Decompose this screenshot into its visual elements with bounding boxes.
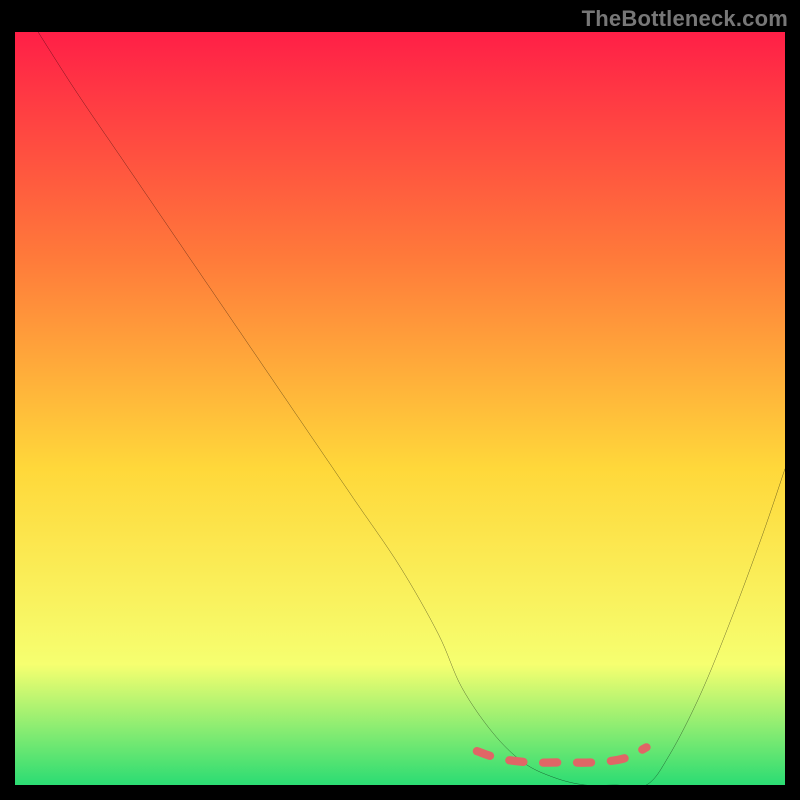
gradient-background	[15, 32, 785, 785]
chart-container: TheBottleneck.com	[0, 0, 800, 800]
plot-area	[15, 32, 785, 785]
attribution-label: TheBottleneck.com	[582, 6, 788, 32]
chart-svg	[15, 32, 785, 785]
